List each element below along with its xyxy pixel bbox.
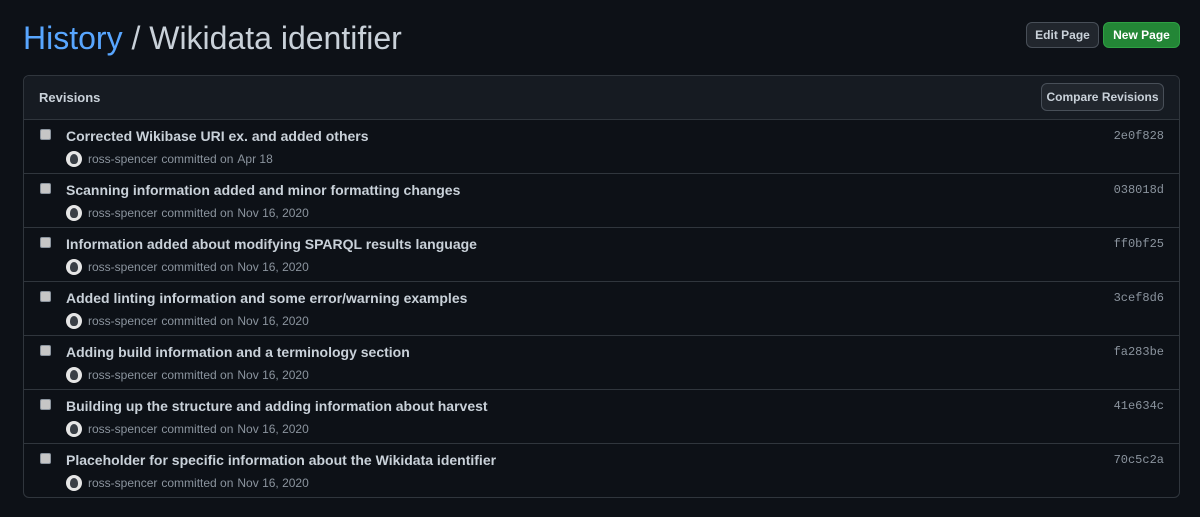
- avatar[interactable]: [66, 151, 82, 167]
- revision-row: Placeholder for specific information abo…: [24, 444, 1179, 497]
- avatar[interactable]: [66, 475, 82, 491]
- commit-sha-link[interactable]: 70c5c2a: [1114, 453, 1164, 467]
- commit-meta: ross-spencer committed on Nov 16, 2020: [66, 313, 309, 329]
- page-title: Wikidata identifier: [149, 20, 402, 56]
- revisions-list: Corrected Wikibase URI ex. and added oth…: [24, 120, 1179, 497]
- commit-date: Nov 16, 2020: [237, 476, 309, 490]
- commit-verb: committed on: [161, 422, 234, 436]
- compare-revisions-button[interactable]: Compare Revisions: [1041, 83, 1164, 111]
- commit-meta: ross-spencer committed on Nov 16, 2020: [66, 259, 309, 275]
- commit-meta: ross-spencer committed on Apr 18: [66, 151, 273, 167]
- author-link[interactable]: ross-spencer: [88, 152, 157, 166]
- author-link[interactable]: ross-spencer: [88, 314, 157, 328]
- commit-message-link[interactable]: Placeholder for specific information abo…: [66, 452, 496, 468]
- commit-message-link[interactable]: Building up the structure and adding inf…: [66, 398, 488, 414]
- commit-date: Nov 16, 2020: [237, 206, 309, 220]
- revision-row: Building up the structure and adding inf…: [24, 390, 1179, 444]
- revision-checkbox[interactable]: [40, 399, 51, 410]
- revision-checkbox[interactable]: [40, 129, 51, 140]
- commit-date: Apr 18: [237, 152, 273, 166]
- author-link[interactable]: ross-spencer: [88, 476, 157, 490]
- commit-verb: committed on: [161, 314, 234, 328]
- commit-date: Nov 16, 2020: [237, 422, 309, 436]
- avatar[interactable]: [66, 259, 82, 275]
- commit-message-link[interactable]: Corrected Wikibase URI ex. and added oth…: [66, 128, 369, 144]
- revisions-title: Revisions: [39, 90, 101, 105]
- commit-date: Nov 16, 2020: [237, 260, 309, 274]
- commit-sha-link[interactable]: 2e0f828: [1114, 129, 1164, 143]
- revision-checkbox[interactable]: [40, 291, 51, 302]
- revisions-header: Revisions Compare Revisions: [24, 76, 1179, 120]
- commit-message-link[interactable]: Adding build information and a terminolo…: [66, 344, 410, 360]
- commit-sha-link[interactable]: fa283be: [1114, 345, 1164, 359]
- commit-date: Nov 16, 2020: [237, 314, 309, 328]
- commit-message-link[interactable]: Scanning information added and minor for…: [66, 182, 460, 198]
- avatar[interactable]: [66, 205, 82, 221]
- revision-row: Corrected Wikibase URI ex. and added oth…: [24, 120, 1179, 174]
- commit-sha-link[interactable]: 41e634c: [1114, 399, 1164, 413]
- commit-message-link[interactable]: Information added about modifying SPARQL…: [66, 236, 477, 252]
- author-link[interactable]: ross-spencer: [88, 260, 157, 274]
- avatar[interactable]: [66, 313, 82, 329]
- revision-checkbox[interactable]: [40, 237, 51, 248]
- page-header: History / Wikidata identifier: [23, 18, 402, 58]
- revision-row: Scanning information added and minor for…: [24, 174, 1179, 228]
- author-link[interactable]: ross-spencer: [88, 422, 157, 436]
- author-link[interactable]: ross-spencer: [88, 206, 157, 220]
- commit-sha-link[interactable]: ff0bf25: [1114, 237, 1164, 251]
- edit-page-button[interactable]: Edit Page: [1026, 22, 1099, 48]
- commit-meta: ross-spencer committed on Nov 16, 2020: [66, 205, 309, 221]
- revision-row: Adding build information and a terminolo…: [24, 336, 1179, 390]
- revision-checkbox[interactable]: [40, 345, 51, 356]
- commit-verb: committed on: [161, 206, 234, 220]
- commit-verb: committed on: [161, 476, 234, 490]
- revision-row: Information added about modifying SPARQL…: [24, 228, 1179, 282]
- commit-sha-link[interactable]: 038018d: [1114, 183, 1164, 197]
- commit-meta: ross-spencer committed on Nov 16, 2020: [66, 421, 309, 437]
- author-link[interactable]: ross-spencer: [88, 368, 157, 382]
- commit-verb: committed on: [161, 368, 234, 382]
- avatar[interactable]: [66, 367, 82, 383]
- revision-checkbox[interactable]: [40, 183, 51, 194]
- commit-verb: committed on: [161, 152, 234, 166]
- revision-row: Added linting information and some error…: [24, 282, 1179, 336]
- commit-sha-link[interactable]: 3cef8d6: [1114, 291, 1164, 305]
- commit-meta: ross-spencer committed on Nov 16, 2020: [66, 367, 309, 383]
- breadcrumb-separator: /: [122, 20, 150, 56]
- commit-meta: ross-spencer committed on Nov 16, 2020: [66, 475, 309, 491]
- history-link[interactable]: History: [23, 20, 123, 56]
- avatar[interactable]: [66, 421, 82, 437]
- revision-checkbox[interactable]: [40, 453, 51, 464]
- commit-verb: committed on: [161, 260, 234, 274]
- revisions-box: Revisions Compare Revisions Corrected Wi…: [23, 75, 1180, 498]
- commit-date: Nov 16, 2020: [237, 368, 309, 382]
- new-page-button[interactable]: New Page: [1103, 22, 1180, 48]
- commit-message-link[interactable]: Added linting information and some error…: [66, 290, 467, 306]
